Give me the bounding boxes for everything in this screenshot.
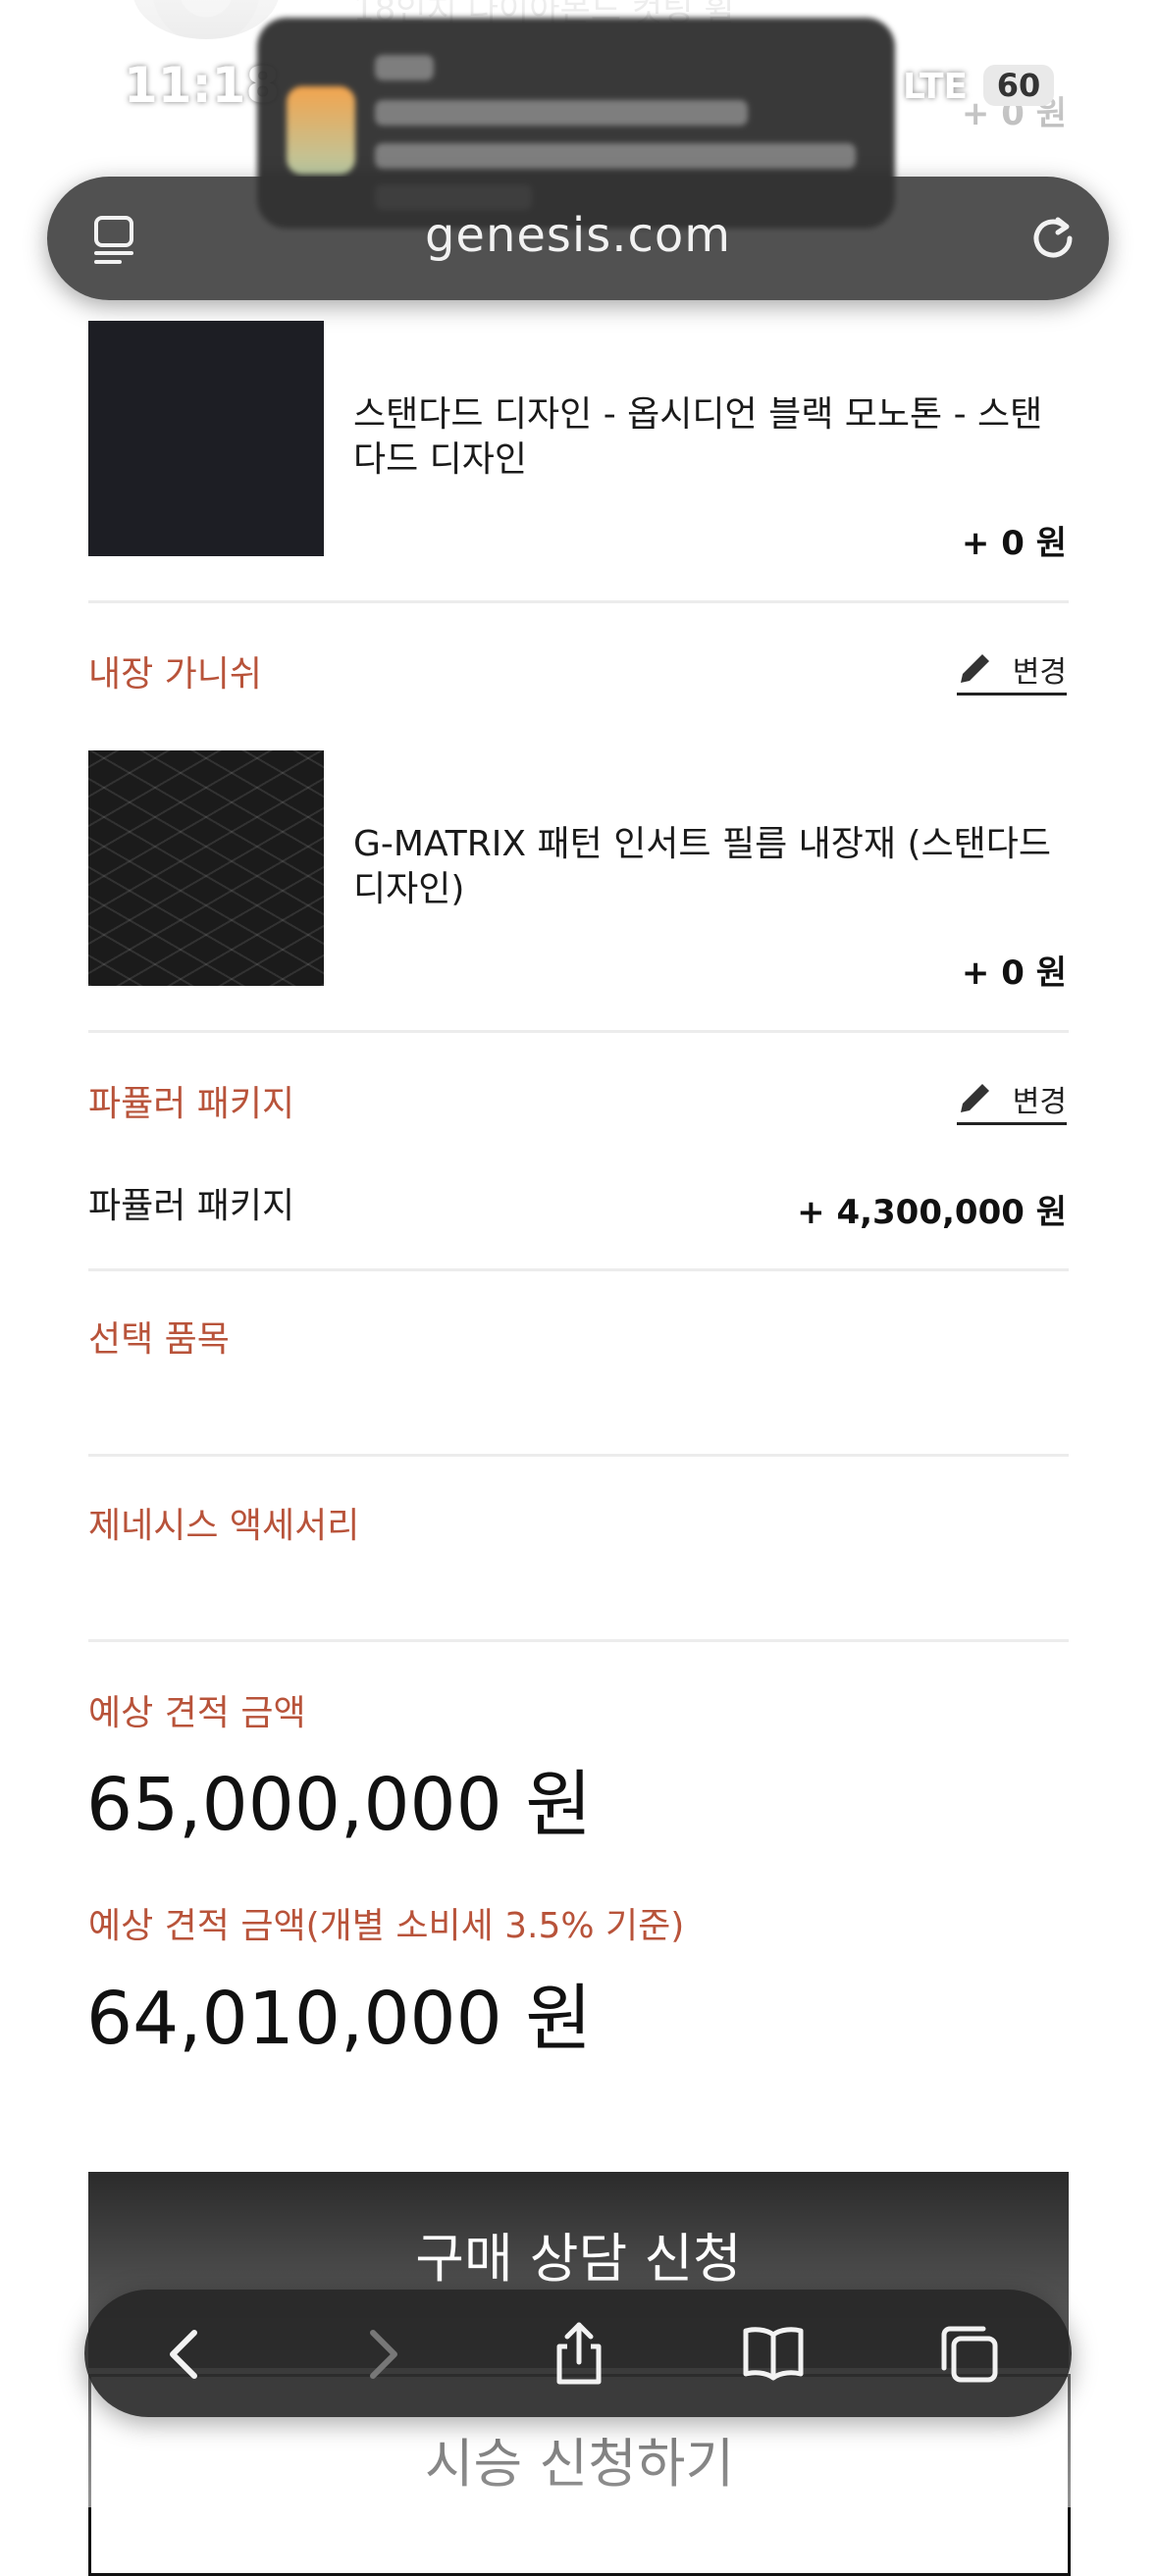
package-price: + 4,300,000 원: [797, 1193, 1067, 1232]
estimate-tax-label: 예상 견적 금액(개별 소비세 3.5% 기준): [88, 1906, 685, 1946]
exterior-price: + 0 원: [961, 524, 1067, 563]
bookmarks-icon[interactable]: [740, 2321, 807, 2388]
test-drive-label: 시승 신청하기: [424, 2433, 735, 2495]
pencil-icon: [961, 654, 989, 683]
url-text[interactable]: genesis.com: [47, 208, 1109, 263]
interior-change-button[interactable]: 변경: [957, 644, 1067, 696]
battery-icon: 60: [983, 65, 1054, 106]
divider: [88, 600, 1069, 603]
browser-toolbar: [84, 2290, 1072, 2417]
package-section-title: 파퓰러 패키지: [88, 1084, 295, 1124]
divider: [88, 1030, 1069, 1033]
change-label: 변경: [1012, 655, 1067, 690]
app-icon: [287, 86, 355, 175]
purchase-consult-label: 구매 상담 신청: [415, 2228, 742, 2290]
pencil-icon: [961, 1084, 989, 1112]
interior-item-name: G-MATRIX 패턴 인서트 필름 내장재 (스탠다드 디자인): [353, 824, 1052, 909]
network-indicator: LTE: [903, 67, 969, 107]
change-label: 변경: [1012, 1085, 1067, 1119]
exterior-thumbnail: [88, 321, 324, 556]
package-item-name: 파퓰러 패키지: [88, 1186, 295, 1226]
divider: [88, 1268, 1069, 1271]
page: 18인치 다이아몬드 컷팅 휠 + 0 원 11:18 LTE 60 genes…: [0, 0, 1157, 2576]
tabs-icon[interactable]: [936, 2321, 1003, 2388]
wheel-thumbnail: [132, 0, 280, 39]
divider: [88, 1454, 1069, 1457]
divider: [88, 1639, 1069, 1642]
options-section-title: 선택 품목: [88, 1319, 230, 1360]
package-change-button[interactable]: 변경: [957, 1073, 1067, 1125]
exterior-item-name: 스탠다드 디자인 - 옵시디언 블랙 모노톤 - 스탠다드 디자인: [353, 394, 1043, 480]
estimate-label: 예상 견적 금액: [88, 1693, 306, 1733]
address-bar[interactable]: genesis.com: [47, 177, 1109, 300]
reload-icon[interactable]: [1025, 210, 1081, 267]
estimate-tax-amount: 64,010,000 원: [86, 1977, 593, 2061]
forward-icon[interactable]: [347, 2321, 414, 2388]
share-icon[interactable]: [546, 2321, 612, 2388]
interior-section-title: 내장 가니쉬: [88, 654, 263, 695]
interior-thumbnail: [88, 750, 324, 986]
accessories-section-title: 제네시스 액세서리: [88, 1506, 360, 1546]
back-icon[interactable]: [153, 2321, 220, 2388]
estimate-amount: 65,000,000 원: [86, 1763, 593, 1847]
interior-price: + 0 원: [961, 953, 1067, 993]
